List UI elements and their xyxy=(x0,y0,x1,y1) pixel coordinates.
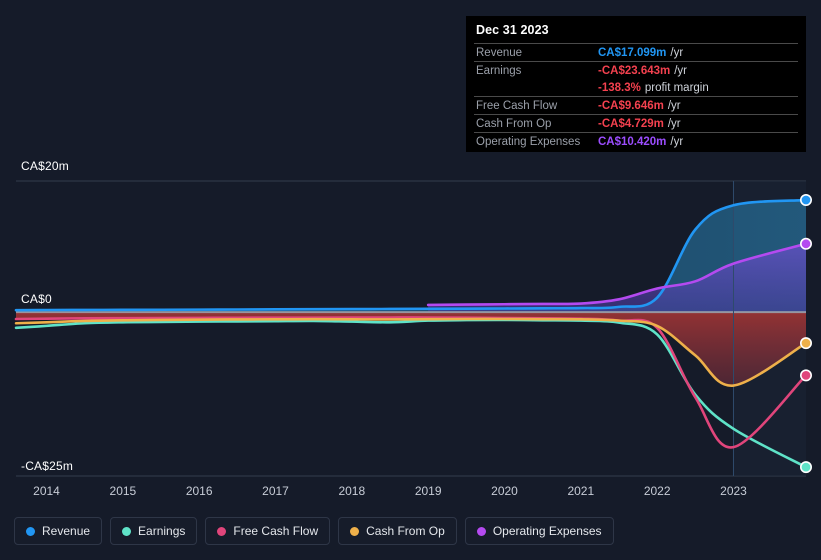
x-axis-tick-2016: 2016 xyxy=(185,484,213,498)
legend-item-operating-expenses[interactable]: Operating Expenses xyxy=(464,517,614,545)
y-axis-label-zero: CA$0 xyxy=(21,292,52,306)
tooltip-row-label: Earnings xyxy=(476,64,522,77)
tooltip-row-value: -CA$9.646m xyxy=(598,99,664,112)
tooltip-row-value: -CA$4.729m xyxy=(598,117,664,130)
y-axis-label-top: CA$20m xyxy=(21,159,69,173)
legend-item-revenue[interactable]: Revenue xyxy=(14,517,103,545)
legend-color-dot xyxy=(217,526,227,536)
x-axis-tick-2017: 2017 xyxy=(262,484,289,498)
tooltip-row-suffix: profit margin xyxy=(644,81,709,94)
financial-chart: CA$20m CA$0 -CA$25m 2014 2015 2016 2017 2018… xyxy=(0,0,821,560)
x-axis-tick-2015: 2015 xyxy=(109,484,137,498)
tooltip-row: Operating Expenses CA$10.420m/yr xyxy=(474,132,798,150)
legend-color-dot xyxy=(350,526,360,536)
y-axis-label-bottom: -CA$25m xyxy=(21,459,74,473)
tooltip-row: Revenue CA$17.099m/yr xyxy=(474,43,798,61)
legend-item-label: Cash From Op xyxy=(366,524,445,538)
tooltip-row-suffix: /yr xyxy=(667,117,681,130)
tooltip-row: Free Cash Flow -CA$9.646m/yr xyxy=(474,96,798,114)
legend-color-dot xyxy=(26,526,35,536)
tooltip-row-label: Cash From Op xyxy=(476,117,552,130)
legend-item-cash-from-op[interactable]: Cash From Op xyxy=(338,517,457,545)
tooltip-row: Earnings -CA$23.643m/yr xyxy=(474,61,798,79)
x-axis-tick-2014: 2014 xyxy=(33,484,60,498)
tooltip-row-label: Operating Expenses xyxy=(476,135,581,148)
x-axis-tick-2020: 2020 xyxy=(491,484,518,498)
tooltip-row-label: Free Cash Flow xyxy=(476,99,558,112)
legend-item-label: Revenue xyxy=(42,524,91,538)
area-fills xyxy=(16,200,806,386)
x-axis-tick-2023: 2023 xyxy=(720,484,747,498)
legend-item-free-cash-flow[interactable]: Free Cash Flow xyxy=(205,517,331,545)
chart-tooltip: Dec 31 2023 Revenue CA$17.099m/yr Earnings… xyxy=(466,16,806,152)
x-axis-tick-2021: 2021 xyxy=(567,484,595,498)
tooltip-row-value: -CA$23.643m xyxy=(598,64,671,77)
legend-color-dot xyxy=(122,526,132,536)
x-axis-tick-2022: 2022 xyxy=(643,484,671,498)
tooltip-row-label: Revenue xyxy=(476,46,523,59)
tooltip-row-value: CA$17.099m xyxy=(598,46,667,59)
tooltip-row-suffix: /yr xyxy=(674,64,688,77)
legend-item-label: Earnings xyxy=(138,524,186,538)
x-axis-tick-2019: 2019 xyxy=(414,484,442,498)
x-axis-tick-2018: 2018 xyxy=(338,484,366,498)
tooltip-row-value: CA$10.420m xyxy=(598,135,667,148)
tooltip-row: Cash From Op -CA$4.729m/yr xyxy=(474,114,798,132)
tooltip-row-suffix: /yr xyxy=(667,99,681,112)
tooltip-rows: Revenue CA$17.099m/yr Earnings -CA$23.643m /… xyxy=(474,43,798,150)
chart-legend[interactable]: Revenue Earnings Free Cash Flow Cash From O… xyxy=(14,517,614,545)
legend-item-label: Free Cash Flow xyxy=(233,524,319,538)
x-axis: 2014 2015 2016 2017 2018 2019 2020 2021 2022 2023 xyxy=(0,484,821,500)
tooltip-row-suffix: /yr xyxy=(670,46,684,59)
legend-item-earnings[interactable]: Earnings xyxy=(110,517,198,545)
tooltip-date: Dec 31 2023 xyxy=(476,23,549,37)
tooltip-row-value: -138.3% xyxy=(598,81,641,94)
tooltip-row-suffix: /yr xyxy=(670,135,684,148)
legend-item-label: Operating Expenses xyxy=(492,524,602,538)
legend-color-dot xyxy=(476,526,486,536)
tooltip-row: -138.3% profit margin xyxy=(474,79,798,96)
